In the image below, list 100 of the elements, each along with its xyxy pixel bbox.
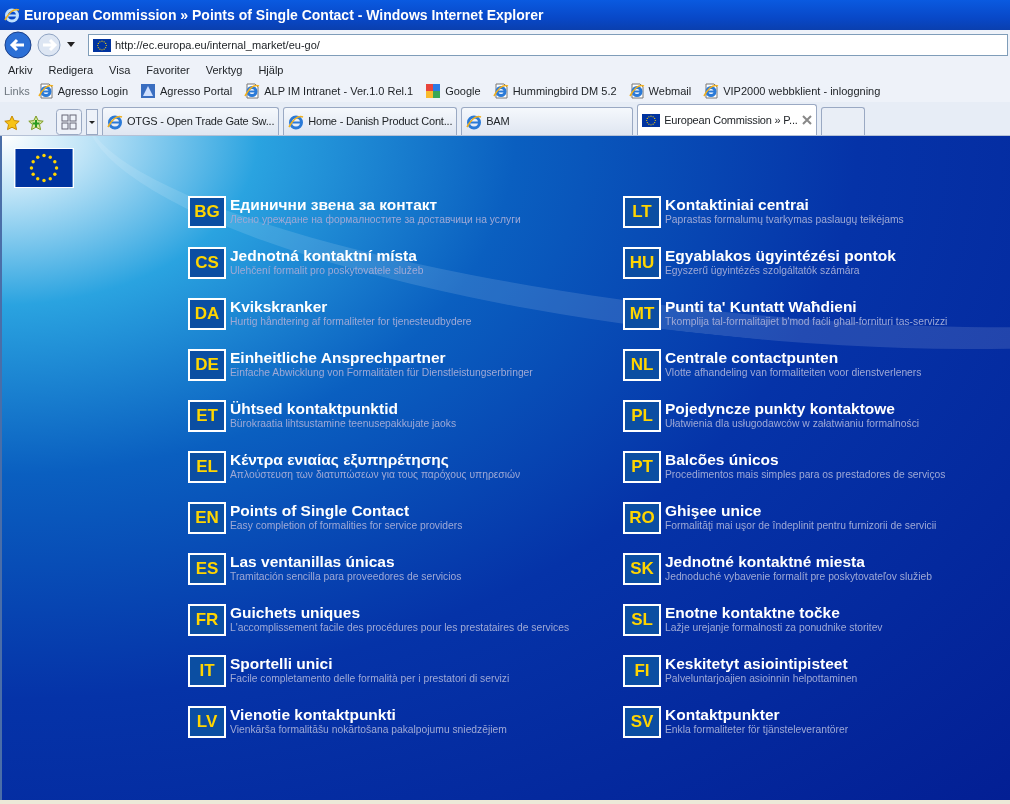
tagline: L'accomplissement facile des procédures pour les prestataires de services	[230, 621, 570, 634]
language-link[interactable]: Punti ta' Kuntatt Waħdieni	[665, 298, 948, 315]
link-item[interactable]: Agresso Login	[57, 82, 128, 100]
google-icon	[425, 83, 442, 99]
window-title: European Commission » Points of Single Contact - Windows Internet Explorer	[24, 5, 544, 25]
page-icon	[703, 83, 720, 99]
language-link[interactable]: Pojedyncze punkty kontaktowe	[665, 400, 920, 417]
menu-item[interactable]: Favoriter	[146, 61, 190, 79]
language-code-button[interactable]: DE	[188, 349, 226, 381]
tagline: Formalităţi mai uşor de îndeplinit pentru furnizorii de servicii	[665, 519, 937, 532]
browser-tab[interactable]: European Commission » P...	[637, 104, 817, 135]
menu-item[interactable]: Arkiv	[8, 61, 33, 79]
language-link[interactable]: Keskitetyt asiointipisteet	[665, 655, 858, 672]
quick-tabs-icon[interactable]	[56, 109, 82, 135]
tagline: Tkomplija tal-formalitajiet b'mod faċli għall-fornituri tas-servizzi	[665, 315, 948, 328]
language-link[interactable]: Единични звена за контакт	[230, 196, 521, 213]
tagline: Procedimentos mais simples para os prestadores de serviços	[665, 468, 946, 481]
tagline: Απλούστευση των διατυπώσεων για τους παρόχους υπηρεσιών	[230, 469, 521, 481]
tagline: Hurtig håndtering af formaliteter for tjenesteudbydere	[230, 315, 472, 328]
close-icon[interactable]	[801, 115, 812, 125]
language-code-button[interactable]: SV	[623, 706, 661, 738]
browser-tab[interactable]: OTGS - Open Trade Gate Sw...	[102, 107, 280, 135]
language-link[interactable]: Vienotie kontaktpunkti	[230, 706, 507, 723]
tagline: Egyszerű ügyintézés szolgáltatók számára	[665, 264, 861, 277]
language-code-button[interactable]: PL	[623, 400, 661, 432]
browser-tab[interactable]: Home - Danish Product Cont...	[283, 107, 458, 135]
language-link[interactable]: Jednotné kontaktné miesta	[665, 553, 932, 570]
browser-icon	[288, 113, 305, 130]
language-link[interactable]: Enotne kontaktne točke	[665, 604, 883, 621]
language-code-button[interactable]: CS	[188, 247, 226, 279]
language-link[interactable]: Egyablakos ügyintézési pontok	[665, 247, 896, 264]
language-code-button[interactable]: FI	[623, 655, 661, 687]
tagline: Easy completion of formalities for service providers	[230, 519, 463, 532]
language-code-button[interactable]: SK	[623, 553, 661, 585]
links-label: Links	[4, 83, 30, 99]
language-code-button[interactable]: HU	[623, 247, 661, 279]
tagline: Ułatwienia dla usługodawców w załatwianiu formalności	[665, 417, 920, 430]
tagline: Facile completamento delle formalità per i prestatori di servizi	[230, 672, 510, 685]
eu-flag-icon	[14, 148, 74, 188]
language-link[interactable]: Centrale contactpunten	[665, 349, 922, 366]
tagline: Tramitación sencilla para proveedores de servicios	[230, 570, 462, 583]
language-code-button[interactable]: PT	[623, 451, 661, 483]
browser-tab[interactable]: BAM	[461, 107, 634, 135]
menu-item[interactable]: Visa	[109, 61, 131, 79]
tagline: Vienkārša formalitāšu nokārtošana pakalpojumu sniedzējiem	[230, 723, 507, 736]
language-code-button[interactable]: RO	[623, 502, 661, 534]
language-code-button[interactable]: DA	[188, 298, 226, 330]
link-item[interactable]: Hummingbird DM 5.2	[512, 82, 617, 100]
new-tab-button[interactable]	[820, 107, 865, 135]
language-link[interactable]: Kvikskranker	[230, 298, 472, 315]
menu-item[interactable]: Verktyg	[205, 61, 243, 79]
language-link[interactable]: Las ventanillas únicas	[230, 553, 462, 570]
browser-icon	[107, 113, 123, 130]
language-link[interactable]: Points of Single Contact	[230, 502, 463, 519]
back-icon[interactable]	[4, 31, 32, 59]
language-link[interactable]: Guichets uniques	[230, 604, 570, 621]
language-link[interactable]: Einheitliche Ansprechpartner	[230, 349, 533, 366]
language-code-button[interactable]: IT	[188, 655, 226, 687]
language-link[interactable]: Kontaktpunkter	[665, 706, 849, 723]
language-link[interactable]: Ühtsed kontaktpunktid	[230, 400, 457, 417]
tagline: Bürokraatia lihtsustamine teenusepakkujate jaoks	[230, 417, 457, 430]
link-item[interactable]: VIP2000 webbklient - inloggning	[723, 82, 881, 100]
link-item[interactable]: Agresso Portal	[160, 82, 233, 100]
star-icon[interactable]	[4, 115, 20, 131]
menu-item[interactable]: Redigera	[48, 61, 94, 79]
language-code-button[interactable]: EL	[188, 451, 226, 483]
tagline: Лесно уреждане на формалностите за доставчици на услуги	[230, 213, 521, 226]
page-icon	[37, 83, 54, 99]
browser-icon	[4, 7, 20, 23]
language-code-button[interactable]: LV	[188, 706, 226, 738]
language-code-button[interactable]: EN	[188, 502, 226, 534]
tagline: Paprastas formalumų tvarkymas paslaugų teikėjams	[665, 213, 904, 226]
language-link[interactable]: Ghişee unice	[665, 502, 937, 519]
language-code-button[interactable]: MT	[623, 298, 661, 330]
language-code-button[interactable]: LT	[623, 196, 661, 228]
tagline: Palveluntarjoajien asioinnin helpottaminen	[665, 672, 858, 685]
language-link[interactable]: Kontaktiniai centrai	[665, 196, 904, 213]
language-code-button[interactable]: NL	[623, 349, 661, 381]
tagline: Enkla formaliteter för tjänsteleverantörer	[665, 723, 849, 736]
language-code-button[interactable]: FR	[188, 604, 226, 636]
page-icon	[628, 83, 645, 99]
portal-icon	[140, 83, 156, 99]
language-link[interactable]: Sportelli unici	[230, 655, 510, 672]
link-item[interactable]: Google	[445, 82, 481, 100]
link-item[interactable]: ALP IM Intranet - Ver.1.0 Rel.1	[264, 82, 414, 100]
tab-list-icon[interactable]	[86, 109, 98, 135]
dropdown-icon[interactable]	[66, 42, 76, 48]
language-link[interactable]: Κέντρα ενιαίας εξυπηρέτησης	[230, 451, 521, 468]
menu-item[interactable]: Hjälp	[258, 61, 284, 79]
tagline: Ulehčení formalit pro poskytovatele služeb	[230, 264, 424, 277]
page-icon	[492, 83, 509, 99]
add-favorite-icon[interactable]	[28, 115, 44, 131]
language-code-button[interactable]: SL	[623, 604, 661, 636]
link-item[interactable]: Webmail	[648, 82, 692, 100]
language-code-button[interactable]: ES	[188, 553, 226, 585]
language-code-button[interactable]: BG	[188, 196, 226, 228]
language-code-button[interactable]: ET	[188, 400, 226, 432]
browser-icon	[466, 113, 483, 130]
language-link[interactable]: Balcões únicos	[665, 451, 946, 468]
address-field[interactable]: http://ec.europa.eu/internal_market/eu-go/	[88, 34, 1008, 56]
